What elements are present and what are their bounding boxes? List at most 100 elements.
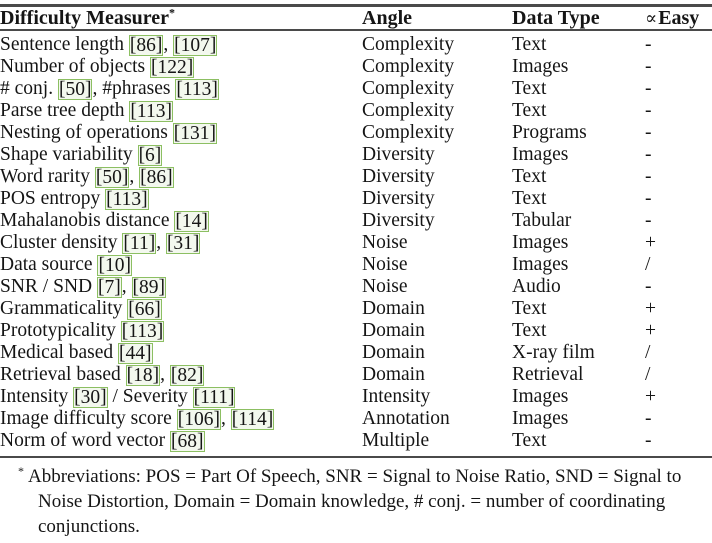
cell-difficulty-measurer: POS entropy [113] — [0, 188, 149, 210]
cell-data-type: Retrieval — [512, 364, 584, 385]
cell-easy-correlation: - — [645, 188, 712, 210]
cell-data-type: Text — [512, 100, 547, 121]
citation-link[interactable]: [6] — [137, 145, 163, 166]
table-row: POS entropy [113] Diversity Text - — [0, 188, 712, 210]
cell-angle: Domain — [362, 342, 425, 363]
citation-link[interactable]: [68] — [170, 431, 205, 452]
cell-difficulty-measurer: Shape variability [6] — [0, 144, 163, 166]
cell-data-type: Images — [512, 56, 569, 77]
citation-link[interactable]: [18] — [125, 365, 161, 386]
table-body: Sentence length [86], [107] Complexity Tex… — [0, 31, 712, 456]
citation-link[interactable]: [50] — [94, 167, 130, 188]
table-row: Parse tree depth [113] Complexity Text - — [0, 100, 712, 122]
citation-link[interactable]: [11] — [122, 233, 157, 254]
cell-easy-correlation: - — [645, 78, 712, 100]
easy-correlation-mark: - — [645, 78, 652, 99]
citation-link[interactable]: [82] — [169, 365, 205, 386]
cell-difficulty-measurer: Parse tree depth [113] — [0, 100, 173, 122]
citation-link[interactable]: [86] — [128, 35, 164, 56]
cell-angle: Domain — [362, 320, 425, 341]
cell-angle: Complexity — [362, 56, 455, 77]
citation-link[interactable]: [31] — [165, 233, 201, 254]
cell-data-type: Images — [512, 232, 569, 253]
citation-link[interactable]: [113] — [105, 189, 149, 210]
cell-difficulty-measurer: Prototypicality [113] — [0, 320, 165, 342]
header-footnote-marker: * — [169, 5, 176, 20]
cell-data-type: Text — [512, 188, 547, 209]
citation-link[interactable]: [14] — [174, 211, 209, 232]
column-header-angle: Angle — [362, 7, 412, 29]
citation-link[interactable]: [122] — [150, 57, 195, 78]
table-row: Number of objects [122] Complexity Images - — [0, 56, 712, 78]
citation-link[interactable]: [30] — [73, 387, 108, 408]
table-row: Prototypicality [113] Domain Text + — [0, 320, 712, 342]
easy-correlation-mark: + — [645, 232, 656, 253]
footnote-marker: * — [18, 463, 24, 478]
cell-difficulty-measurer: Grammaticality [66] — [0, 298, 162, 320]
citation-link[interactable]: [86] — [139, 167, 174, 188]
easy-correlation-mark: - — [645, 122, 652, 143]
cell-easy-correlation: + — [645, 320, 712, 342]
citation-link[interactable]: [106] — [176, 409, 221, 430]
cell-difficulty-measurer: Norm of word vector [68] — [0, 430, 205, 452]
table-header-row: Difficulty Measurer* Angle Data Type ∝Ea… — [0, 5, 712, 29]
citation-link[interactable]: [50] — [57, 79, 93, 100]
table-row: Sentence length [86], [107] Complexity Tex… — [0, 31, 712, 56]
table-header: Difficulty Measurer* Angle Data Type ∝Ea… — [0, 5, 712, 29]
cell-angle: Domain — [362, 298, 425, 319]
cell-easy-correlation: - — [645, 210, 712, 232]
cell-difficulty-measurer: Image difficulty score [106], [114] — [0, 408, 275, 430]
cell-data-type: Text — [512, 298, 547, 319]
easy-correlation-mark: - — [645, 56, 652, 77]
easy-correlation-mark: - — [645, 210, 652, 231]
citation-link[interactable]: [44] — [118, 343, 153, 364]
cell-angle: Diversity — [362, 210, 435, 231]
citation-link[interactable]: [131] — [172, 123, 218, 144]
easy-correlation-mark: / — [645, 364, 651, 385]
cell-data-type: Text — [512, 34, 547, 55]
column-header-easy-label: Easy — [658, 7, 700, 29]
cell-easy-correlation: / — [645, 364, 712, 386]
citation-link[interactable]: [113] — [175, 79, 219, 100]
cell-easy-correlation: - — [645, 100, 712, 122]
cell-difficulty-measurer: Medical based [44] — [0, 342, 153, 364]
table-row: # conj. [50], #phrases [113] Complexity Te… — [0, 78, 712, 100]
citation-link[interactable]: [114] — [230, 409, 275, 430]
column-header-difficulty-measurer: Difficulty Measurer* — [0, 5, 362, 29]
cell-difficulty-measurer: Nesting of operations [131] — [0, 122, 218, 144]
proportional-to-icon: ∝ — [645, 8, 658, 28]
table-row: Norm of word vector [68] Multiple Text - — [0, 430, 712, 456]
citation-link[interactable]: [7] — [97, 277, 122, 298]
cell-difficulty-measurer: Cluster density [11], [31] — [0, 232, 201, 254]
cell-data-type: Text — [512, 166, 547, 187]
cell-angle: Noise — [362, 254, 408, 275]
cell-angle: Complexity — [362, 122, 455, 143]
easy-correlation-mark: / — [645, 342, 651, 363]
cell-easy-correlation: / — [645, 342, 712, 364]
cell-difficulty-measurer: Number of objects [122] — [0, 56, 195, 78]
citation-link[interactable]: [107] — [173, 35, 218, 56]
citation-link[interactable]: [89] — [131, 277, 166, 298]
cell-difficulty-measurer: Sentence length [86], [107] — [0, 34, 218, 56]
citation-link[interactable]: [113] — [120, 321, 165, 342]
citation-link[interactable]: [111] — [192, 387, 236, 408]
cell-angle: Domain — [362, 364, 425, 385]
easy-correlation-mark: / — [645, 254, 651, 275]
cell-difficulty-measurer: Mahalanobis distance [14] — [0, 210, 209, 232]
cell-easy-correlation: - — [645, 144, 712, 166]
difficulty-measurer-table-body: Sentence length [86], [107] Complexity Tex… — [0, 31, 712, 456]
citation-link[interactable]: [113] — [129, 101, 173, 122]
easy-correlation-mark: - — [645, 100, 652, 121]
citation-link[interactable]: [10] — [97, 255, 132, 276]
cell-easy-correlation: - — [645, 430, 712, 456]
citation-link[interactable]: [66] — [127, 299, 162, 320]
cell-angle: Noise — [362, 232, 408, 253]
cell-difficulty-measurer: Intensity [30] / Severity [111] — [0, 386, 236, 408]
cell-data-type: Images — [512, 386, 569, 407]
table-footnote: * Abbreviations: POS = Part Of Speech, SN… — [0, 464, 712, 539]
cell-data-type: Images — [512, 408, 569, 429]
table-row: Shape variability [6] Diversity Images - — [0, 144, 712, 166]
table-row: Mahalanobis distance [14] Diversity Tabula… — [0, 210, 712, 232]
cell-difficulty-measurer: Data source [10] — [0, 254, 132, 276]
easy-correlation-mark: + — [645, 320, 656, 341]
